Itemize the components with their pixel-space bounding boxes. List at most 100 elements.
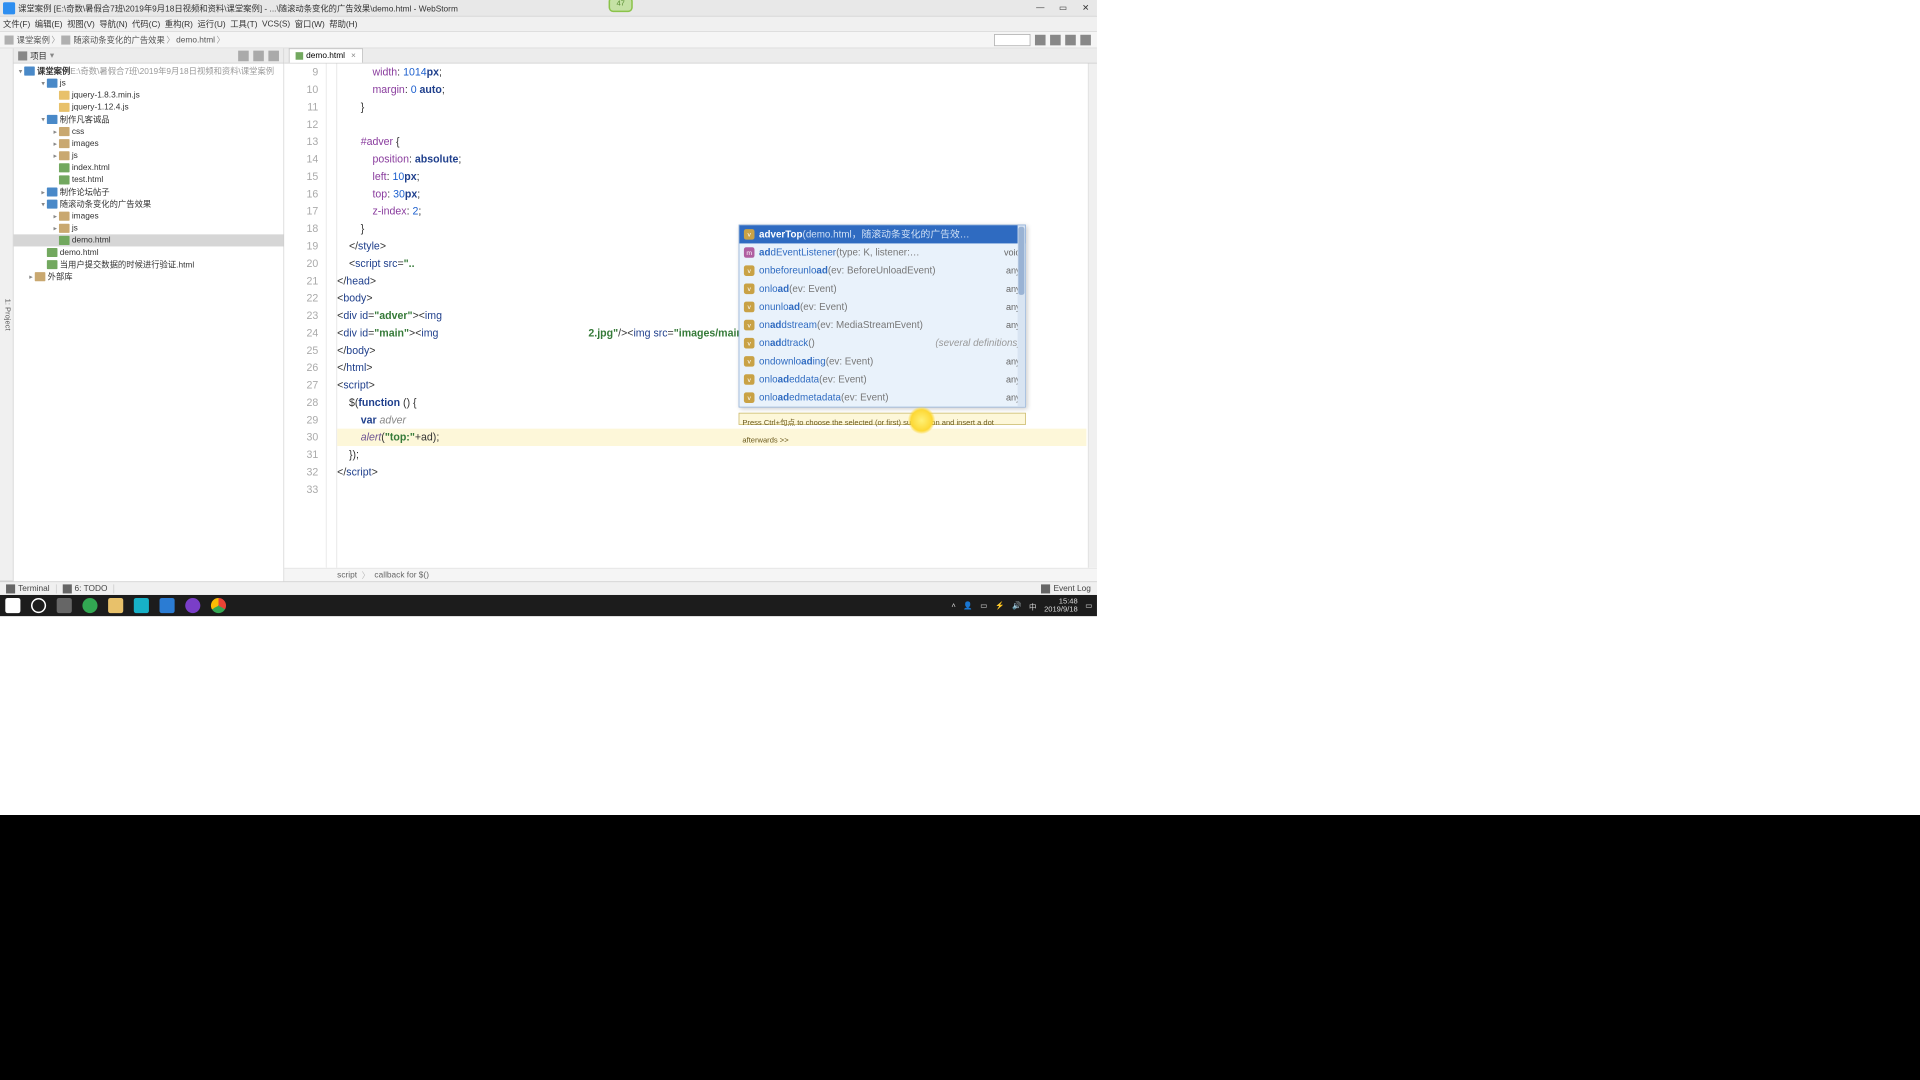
terminal-tab[interactable]: Terminal bbox=[0, 584, 56, 593]
browser-icon[interactable] bbox=[180, 595, 206, 616]
hide-icon[interactable] bbox=[268, 50, 279, 61]
completion-item[interactable]: maddEventListener(type: K, listener:…voi… bbox=[739, 243, 1025, 261]
completion-item[interactable]: vonaddtrack()(several definitions) bbox=[739, 334, 1025, 352]
tree-node[interactable]: test.html bbox=[14, 174, 284, 186]
menu-item[interactable]: 帮助(H) bbox=[329, 18, 357, 30]
menu-item[interactable]: 编辑(E) bbox=[35, 18, 63, 30]
app-icon bbox=[3, 2, 15, 14]
tree-node[interactable]: 当用户提交数据的时候进行验证.html bbox=[14, 259, 284, 271]
crumb-folder[interactable]: 随滚动条变化的广告效果 bbox=[73, 34, 164, 46]
completion-item[interactable]: vondownloading(ev: Event)any bbox=[739, 352, 1025, 370]
completion-item[interactable]: vonunload(ev: Event)any bbox=[739, 298, 1025, 316]
editor-area: demo.html × 9101112131415161718192021222… bbox=[284, 48, 1097, 581]
tree-node[interactable]: ▾js bbox=[14, 77, 284, 89]
menu-item[interactable]: 工具(T) bbox=[230, 18, 257, 30]
editor-scrollbar[interactable] bbox=[1088, 64, 1097, 568]
tool-tab-project: 1: Project bbox=[2, 48, 13, 581]
project-tree[interactable]: ▾课堂案例 E:\奇数\暑假合7班\2019年9月18日视频和资料\课堂案例▾j… bbox=[14, 64, 284, 582]
tree-node[interactable]: ▸css bbox=[14, 125, 284, 137]
tray-people-icon[interactable]: 👤 bbox=[963, 601, 972, 609]
notification-icon[interactable]: ▭ bbox=[1085, 601, 1092, 609]
gear-icon[interactable] bbox=[238, 50, 249, 61]
windows-taskbar[interactable]: ˄ 👤 ▭ ⚡ 🔊 中 15:482019/9/18 ▭ bbox=[0, 595, 1097, 616]
close-button[interactable]: ✕ bbox=[1074, 3, 1097, 13]
tree-node[interactable]: ▸js bbox=[14, 222, 284, 234]
completion-item[interactable]: vonaddstream(ev: MediaStreamEvent)any bbox=[739, 316, 1025, 334]
tray-wifi-icon[interactable]: ⚡ bbox=[995, 601, 1004, 609]
tray-volume-icon[interactable]: 🔊 bbox=[1012, 601, 1021, 609]
fold-gutter[interactable] bbox=[327, 64, 338, 568]
tray-up-icon[interactable]: ˄ bbox=[951, 601, 955, 609]
completion-item[interactable]: vonload(ev: Event)any bbox=[739, 280, 1025, 298]
menu-item[interactable]: 窗口(W) bbox=[295, 18, 325, 30]
todo-tab[interactable]: 6: TODO bbox=[56, 584, 114, 593]
tree-node[interactable]: demo.html bbox=[14, 234, 284, 246]
crumb-file[interactable]: demo.html bbox=[176, 35, 215, 44]
task-view-icon[interactable] bbox=[51, 595, 77, 616]
popup-scrollbar[interactable] bbox=[1018, 225, 1026, 406]
menu-item[interactable]: VCS(S) bbox=[262, 19, 290, 28]
completion-item[interactable]: vadverTop(demo.html，随滚动条变化的广告效… bbox=[739, 225, 1025, 243]
event-log-button[interactable]: Event Log bbox=[1041, 584, 1097, 593]
tree-node[interactable]: ▸js bbox=[14, 150, 284, 162]
main-menu[interactable]: 文件(F) 编辑(E) 视图(V) 导航(N) 代码(C) 重构(R) 运行(U) 工具(T)… bbox=[0, 17, 1097, 32]
start-button[interactable] bbox=[0, 595, 26, 616]
bottom-tool-tabs: Terminal 6: TODO Event Log bbox=[0, 581, 1097, 595]
editor-tabbar: demo.html × bbox=[284, 48, 1097, 63]
stop-icon[interactable] bbox=[1065, 34, 1076, 45]
menu-item[interactable]: 文件(F) bbox=[3, 18, 30, 30]
completion-hint: Press Ctrl+句点 to choose the selected (or… bbox=[739, 413, 1026, 425]
tree-node[interactable]: ▸外部库 bbox=[14, 271, 284, 283]
tree-node[interactable]: ▸制作论坛帖子 bbox=[14, 186, 284, 198]
notification-badge[interactable]: 47 bbox=[609, 0, 633, 12]
menu-item[interactable]: 视图(V) bbox=[67, 18, 95, 30]
run-config-dropdown[interactable] bbox=[994, 34, 1030, 46]
editor-breadcrumb[interactable]: script〉callback for $() bbox=[284, 568, 1097, 582]
tree-node[interactable]: ▾制作凡客诚品 bbox=[14, 113, 284, 125]
menu-item[interactable]: 重构(R) bbox=[165, 18, 193, 30]
crumb-root[interactable]: 课堂案例 bbox=[17, 34, 50, 46]
menu-item[interactable]: 代码(C) bbox=[132, 18, 160, 30]
project-panel-title: 项目 bbox=[30, 50, 47, 62]
code-editor[interactable]: 9101112131415161718192021222324252627282… bbox=[284, 64, 1097, 568]
completion-item[interactable]: vonloadedmetadata(ev: Event)any bbox=[739, 389, 1025, 407]
collapse-icon[interactable] bbox=[253, 50, 264, 61]
editor-tab-label: demo.html bbox=[306, 51, 345, 60]
tree-node[interactable]: index.html bbox=[14, 162, 284, 174]
edge-icon[interactable] bbox=[77, 595, 103, 616]
tree-root[interactable]: ▾课堂案例 E:\奇数\暑假合7班\2019年9月18日视频和资料\课堂案例 bbox=[14, 65, 284, 77]
minimize-button[interactable]: — bbox=[1029, 3, 1052, 13]
tree-node[interactable]: ▸images bbox=[14, 138, 284, 150]
maximize-button[interactable]: ▭ bbox=[1052, 3, 1075, 13]
tree-node[interactable]: ▾随滚动条变化的广告效果 bbox=[14, 198, 284, 210]
run-icon[interactable] bbox=[1035, 34, 1046, 45]
autocomplete-popup[interactable]: vadverTop(demo.html，随滚动条变化的广告效…maddEvent… bbox=[739, 225, 1026, 408]
project-icon bbox=[18, 51, 27, 60]
tree-node[interactable]: ▸images bbox=[14, 210, 284, 222]
left-tool-gutter[interactable]: 1: Project 7: Structure 2: Favorites bbox=[0, 48, 14, 581]
window-titlebar: 课堂案例 [E:\奇数\暑假合7班\2019年9月18日视频和资料\课堂案例] … bbox=[0, 0, 1097, 17]
editor-tab[interactable]: demo.html × bbox=[289, 48, 363, 62]
word-icon[interactable] bbox=[154, 595, 180, 616]
completion-item[interactable]: vonloadeddata(ev: Event)any bbox=[739, 370, 1025, 388]
debug-icon[interactable] bbox=[1050, 34, 1061, 45]
nav-breadcrumb: 课堂案例 〉 随滚动条变化的广告效果 〉 demo.html 〉 bbox=[0, 32, 1097, 49]
close-tab-icon[interactable]: × bbox=[351, 51, 356, 60]
chrome-icon[interactable] bbox=[206, 595, 232, 616]
tree-node[interactable]: jquery-1.8.3.min.js bbox=[14, 89, 284, 101]
project-panel-header: 项目 ▾ bbox=[14, 48, 284, 63]
html-icon bbox=[296, 52, 304, 60]
explorer-icon[interactable] bbox=[103, 595, 129, 616]
search-icon[interactable] bbox=[1080, 34, 1091, 45]
menu-item[interactable]: 导航(N) bbox=[99, 18, 127, 30]
folder-icon bbox=[61, 35, 70, 44]
tree-node[interactable]: demo.html bbox=[14, 246, 284, 258]
tray-ime-icon[interactable]: 中 bbox=[1029, 600, 1037, 611]
webstorm-icon[interactable] bbox=[129, 595, 155, 616]
completion-item[interactable]: vonbeforeunload(ev: BeforeUnloadEvent)an… bbox=[739, 262, 1025, 280]
tray-battery-icon[interactable]: ▭ bbox=[980, 601, 987, 609]
tree-node[interactable]: jquery-1.12.4.js bbox=[14, 101, 284, 113]
taskbar-clock[interactable]: 15:482019/9/18 bbox=[1044, 597, 1078, 614]
menu-item[interactable]: 运行(U) bbox=[197, 18, 225, 30]
cortana-icon[interactable] bbox=[26, 595, 52, 616]
